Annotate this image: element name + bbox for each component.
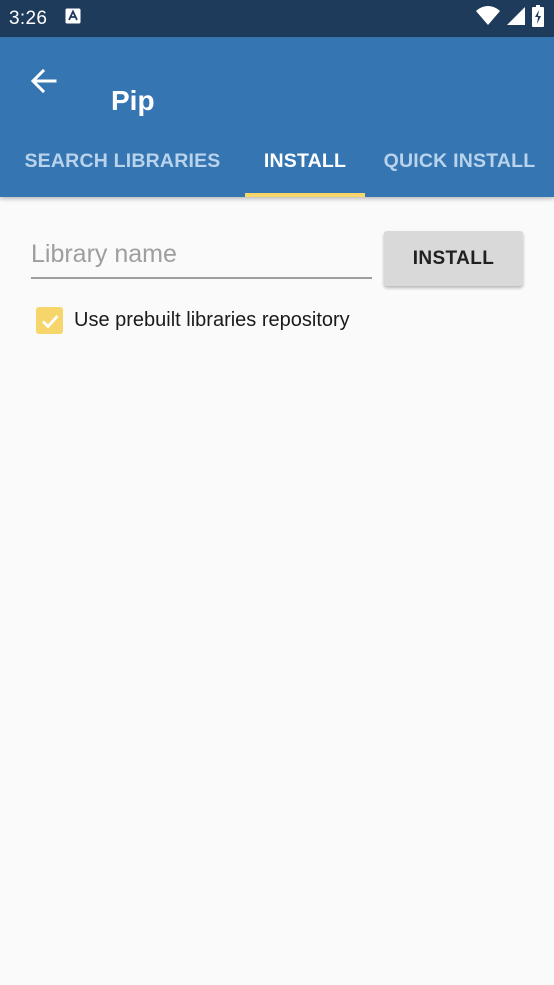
library-name-field: [31, 231, 372, 279]
tab-bar: SEARCH LIBRARIES INSTALL QUICK INSTALL: [0, 125, 554, 197]
status-bar: 3:26: [0, 0, 554, 37]
prebuilt-repository-label: Use prebuilt libraries repository: [74, 309, 350, 331]
prebuilt-repository-option[interactable]: Use prebuilt libraries repository: [36, 307, 350, 334]
signal-icon: [506, 6, 526, 31]
app-bar: Pip SEARCH LIBRARIES INSTALL QUICK INSTA…: [0, 37, 554, 197]
battery-charging-icon: [532, 5, 544, 32]
tab-search-libraries[interactable]: SEARCH LIBRARIES: [0, 125, 245, 197]
font-a-icon: [65, 8, 81, 29]
status-time: 3:26: [9, 7, 48, 29]
prebuilt-repository-checkbox[interactable]: [36, 307, 63, 334]
back-button[interactable]: [28, 65, 60, 97]
library-name-input[interactable]: [31, 231, 372, 277]
active-tab-indicator: [245, 193, 365, 197]
checkmark-icon: [41, 314, 59, 329]
install-button[interactable]: INSTALL: [384, 231, 523, 286]
tab-quick-install[interactable]: QUICK INSTALL: [365, 125, 554, 197]
status-icons: [476, 5, 544, 32]
arrow-back-icon: [30, 68, 57, 94]
status-left: 3:26: [9, 8, 81, 30]
tab-install[interactable]: INSTALL: [245, 125, 365, 197]
page-title: Pip: [111, 85, 155, 116]
wifi-icon: [476, 6, 500, 31]
